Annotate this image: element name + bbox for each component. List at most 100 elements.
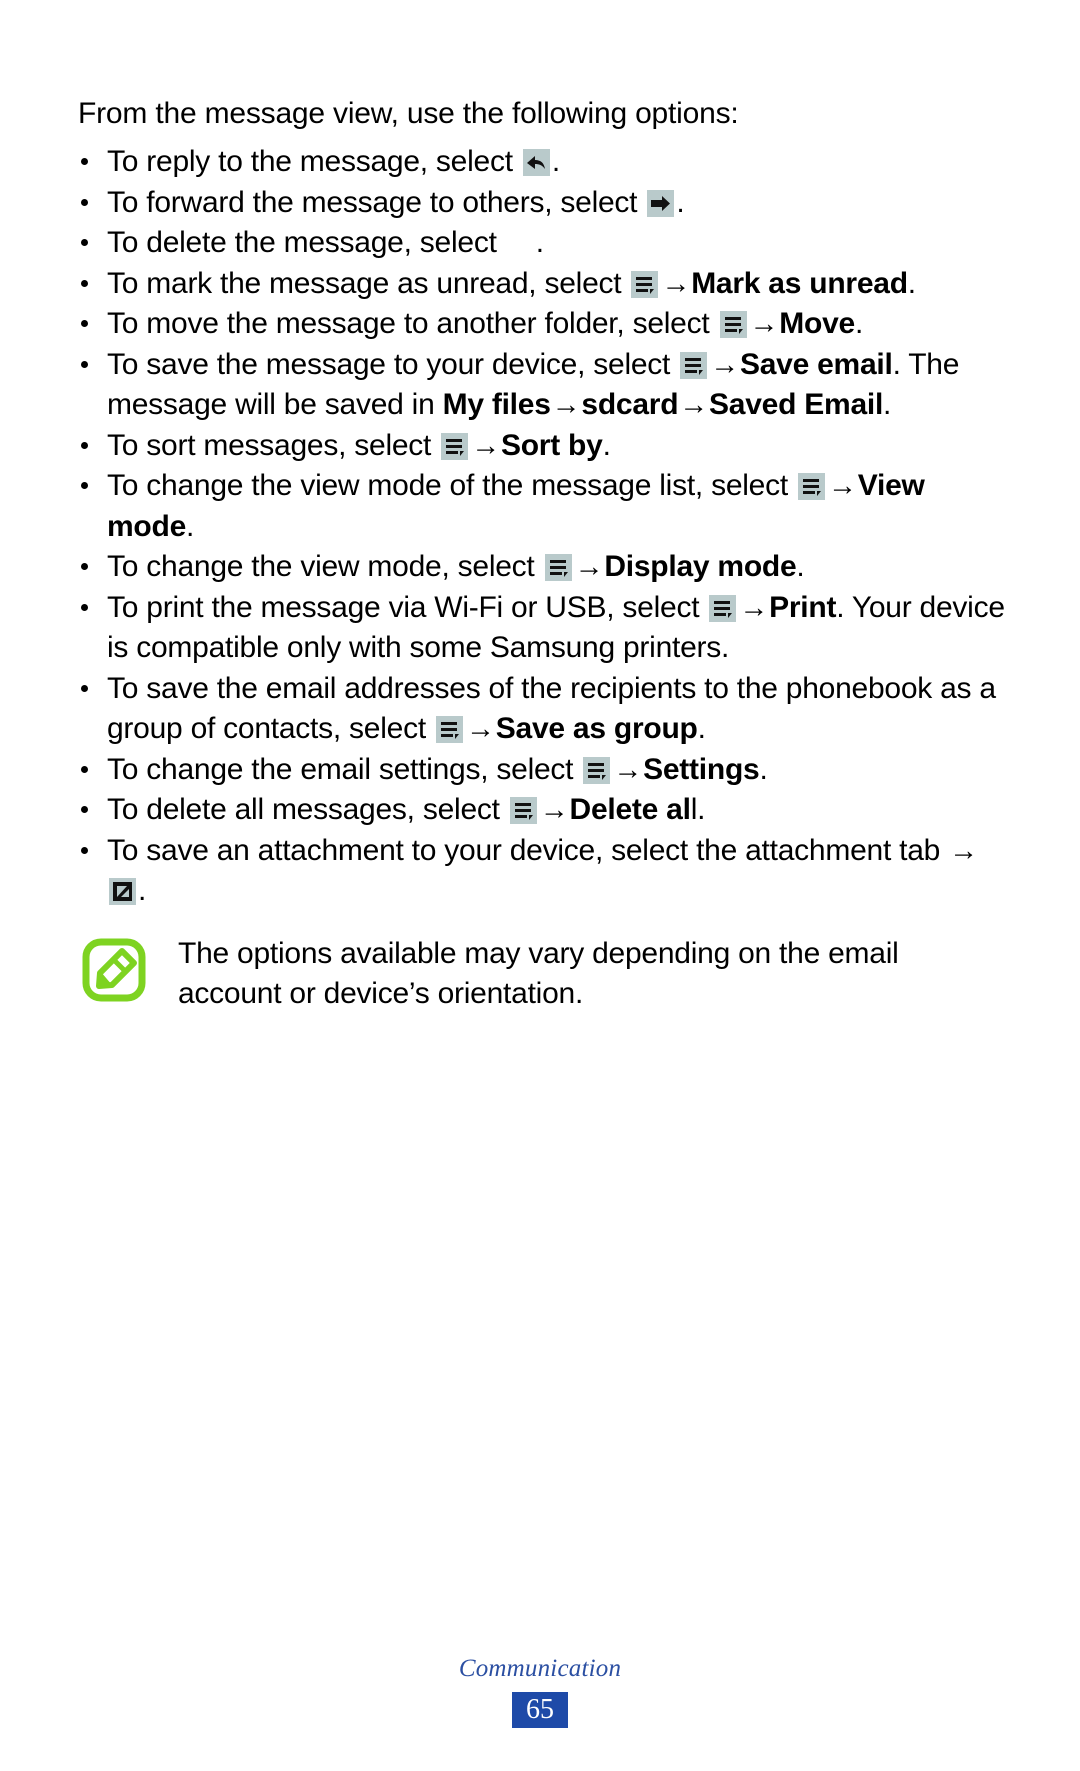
bullet-text: . [796, 550, 805, 583]
bullet-text: . [697, 712, 706, 745]
bullet-settings: To change the email settings, select →Se… [78, 750, 1008, 791]
page-content: From the message view, use the following… [78, 62, 1008, 1015]
bullet-dot [81, 563, 88, 570]
save-attachment-icon[interactable] [109, 878, 136, 905]
bullet-save-email: To save the message to your device, sele… [78, 345, 1008, 426]
bullet-text: To reply to the message, select [107, 145, 521, 178]
arrow-separator-icon: → [471, 429, 500, 462]
arrow-separator-icon: → [574, 551, 604, 583]
bullet-emphasis: Mark as unread [691, 266, 908, 300]
menu-icon[interactable] [709, 594, 737, 622]
menu-icon[interactable] [436, 716, 464, 743]
bullet-emphasis: Delete al [569, 793, 691, 826]
menu-icon[interactable] [441, 432, 469, 460]
bullet-dot [81, 441, 88, 449]
bullet-dot [81, 279, 88, 287]
bullet-text: . [759, 752, 768, 786]
bullet-dot [81, 239, 88, 246]
bullet-emphasis: Save email [739, 347, 893, 381]
bullet-text: To delete all messages, select [107, 793, 508, 826]
bullet-text: To change the view mode, select [107, 550, 543, 583]
arrow-separator-icon: → [539, 794, 569, 826]
bullet-text: To mark the message as unread, select [107, 266, 630, 300]
bullet-text: . [854, 307, 864, 340]
arrow-separator-icon: → [828, 470, 857, 502]
menu-icon[interactable] [719, 311, 747, 338]
arrow-separator-icon: → [613, 753, 643, 786]
arrow-separator-icon: → [551, 389, 581, 421]
bullet-reply: To reply to the message, select . [78, 142, 1008, 183]
page-footer: Communication 65 [0, 1655, 1080, 1728]
intro-paragraph: From the message view, use the following… [78, 97, 739, 130]
arrow-separator-icon: → [466, 713, 495, 745]
bullet-move: To move the message to another folder, s… [78, 304, 1008, 345]
bullet-text: . [602, 428, 611, 462]
bullet-dot [81, 603, 88, 611]
reply-icon[interactable] [522, 149, 550, 176]
bullet-dot [81, 765, 88, 773]
bullet-dot [81, 320, 88, 327]
bullet-text: To move the message to another folder, s… [107, 307, 718, 340]
bullet-emphasis: Settings [643, 752, 760, 786]
bullet-emphasis: Saved Email [709, 388, 884, 421]
arrow-separator-icon: → [710, 348, 739, 381]
arrow-separator-icon: → [661, 267, 691, 300]
arrow-separator-icon: → [739, 591, 769, 624]
bullet-save-as-group: To save the email addresses of the recip… [78, 669, 1008, 750]
manual-page: From the message view, use the following… [0, 0, 1080, 1771]
delete-icon-missing[interactable] [507, 230, 534, 257]
bullet-delete-all: To delete all messages, select →Delete a… [78, 790, 1008, 831]
bullet-text: . [138, 874, 147, 907]
bullet-text: To sort messages, select [107, 428, 440, 462]
bullet-forward: To forward the message to others, select… [78, 183, 1008, 224]
bullet-view-mode: To change the view mode of the message l… [78, 466, 1008, 547]
bullet-text: l. [690, 793, 706, 826]
menu-icon[interactable] [583, 756, 611, 784]
bullet-text: . [535, 226, 544, 259]
bullet-save-attachment: To save an attachment to your device, se… [78, 831, 1008, 912]
bullet-text: To print the message via Wi-Fi or USB, s… [107, 590, 708, 624]
bullet-dot [81, 806, 88, 813]
bullet-emphasis: My files [442, 388, 551, 421]
bullet-text: . [186, 509, 195, 543]
bullet-emphasis: Move [779, 307, 855, 340]
note-text: The options available may vary depending… [178, 936, 899, 1011]
note-callout: The options available may vary depending… [78, 934, 1008, 1015]
forward-icon[interactable] [647, 189, 675, 217]
arrow-separator-icon: → [679, 389, 709, 421]
bullet-text: To change the email settings, select [107, 752, 582, 786]
bullet-text: . [907, 266, 916, 300]
bullet-text: To forward the message to others, select [107, 185, 646, 219]
bullet-sort-by: To sort messages, select →Sort by. [78, 426, 1008, 467]
bullet-text: . [551, 145, 560, 178]
note-pencil-icon [82, 938, 146, 1002]
bullet-text: To save the message to your device, sele… [107, 347, 679, 381]
bullet-text: . [883, 388, 892, 421]
bullet-text: To change the view mode of the message l… [107, 469, 797, 502]
arrow-separator-icon: → [949, 834, 978, 867]
bullet-text: To save an attachment to your device, se… [107, 833, 949, 867]
menu-icon[interactable] [544, 554, 572, 581]
menu-icon[interactable] [798, 473, 826, 500]
bullet-text: . [676, 185, 685, 219]
menu-icon[interactable] [631, 270, 659, 298]
bullet-text: To delete the message, select [107, 226, 505, 259]
bullet-emphasis: Display mode [604, 550, 797, 583]
bullet-mark-as-unread: To mark the message as unread, select →M… [78, 264, 1008, 305]
bullet-dot [81, 198, 88, 206]
bullet-dot [81, 846, 88, 854]
bullet-print: To print the message via Wi-Fi or USB, s… [78, 588, 1008, 669]
menu-icon[interactable] [509, 797, 537, 824]
bullet-emphasis: Print [769, 590, 837, 624]
footer-chapter-title: Communication [458, 1655, 622, 1682]
bullet-dot [81, 684, 88, 692]
arrow-separator-icon: → [749, 308, 779, 340]
bullet-emphasis: Save as group [495, 712, 698, 745]
bullet-dot [81, 158, 88, 165]
bullet-dot [81, 360, 88, 368]
bullet-delete: To delete the message, select . [78, 223, 1008, 264]
options-bullet-list: To reply to the message, select . To forw… [78, 142, 1008, 912]
bullet-display-mode: To change the view mode, select →Display… [78, 547, 1008, 588]
menu-icon[interactable] [680, 351, 708, 379]
bullet-emphasis: Sort by [500, 428, 603, 462]
